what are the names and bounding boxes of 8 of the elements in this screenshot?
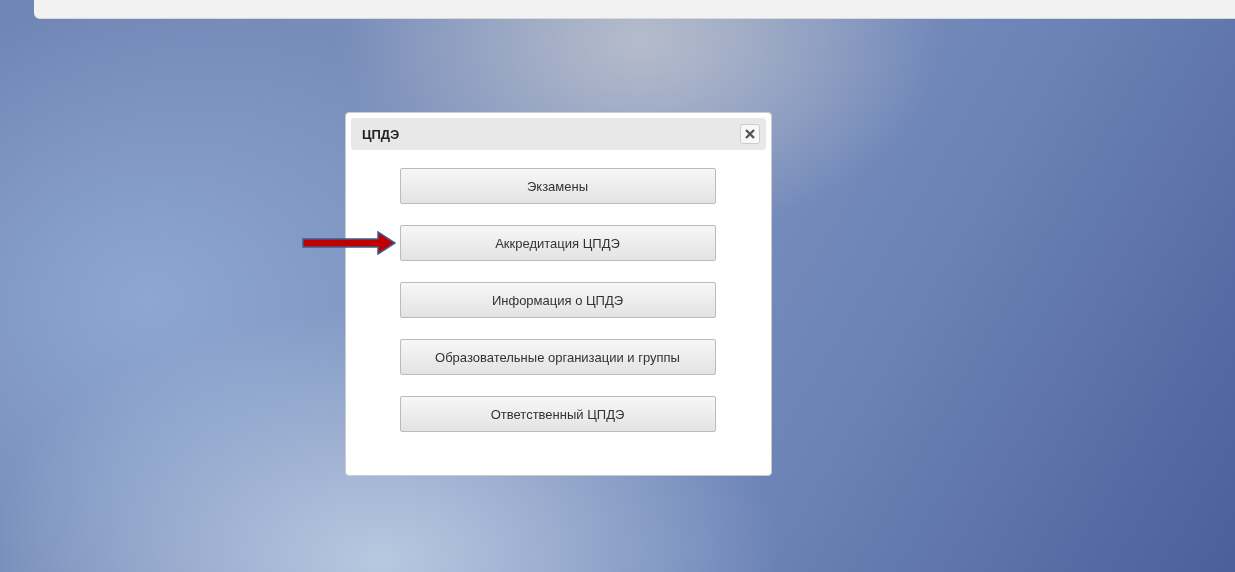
menu-button[interactable]: Образовательные организации и группы: [399, 339, 716, 375]
menu-button[interactable]: Информация о ЦПДЭ: [399, 282, 716, 318]
menu-button[interactable]: Экзамены: [399, 168, 716, 204]
menu-button[interactable]: Ответственный ЦПДЭ: [399, 396, 716, 432]
close-button[interactable]: [740, 124, 760, 144]
menu-button[interactable]: Аккредитация ЦПДЭ: [399, 225, 716, 261]
close-icon: [745, 129, 755, 139]
dialog-title: ЦПДЭ: [362, 126, 400, 142]
